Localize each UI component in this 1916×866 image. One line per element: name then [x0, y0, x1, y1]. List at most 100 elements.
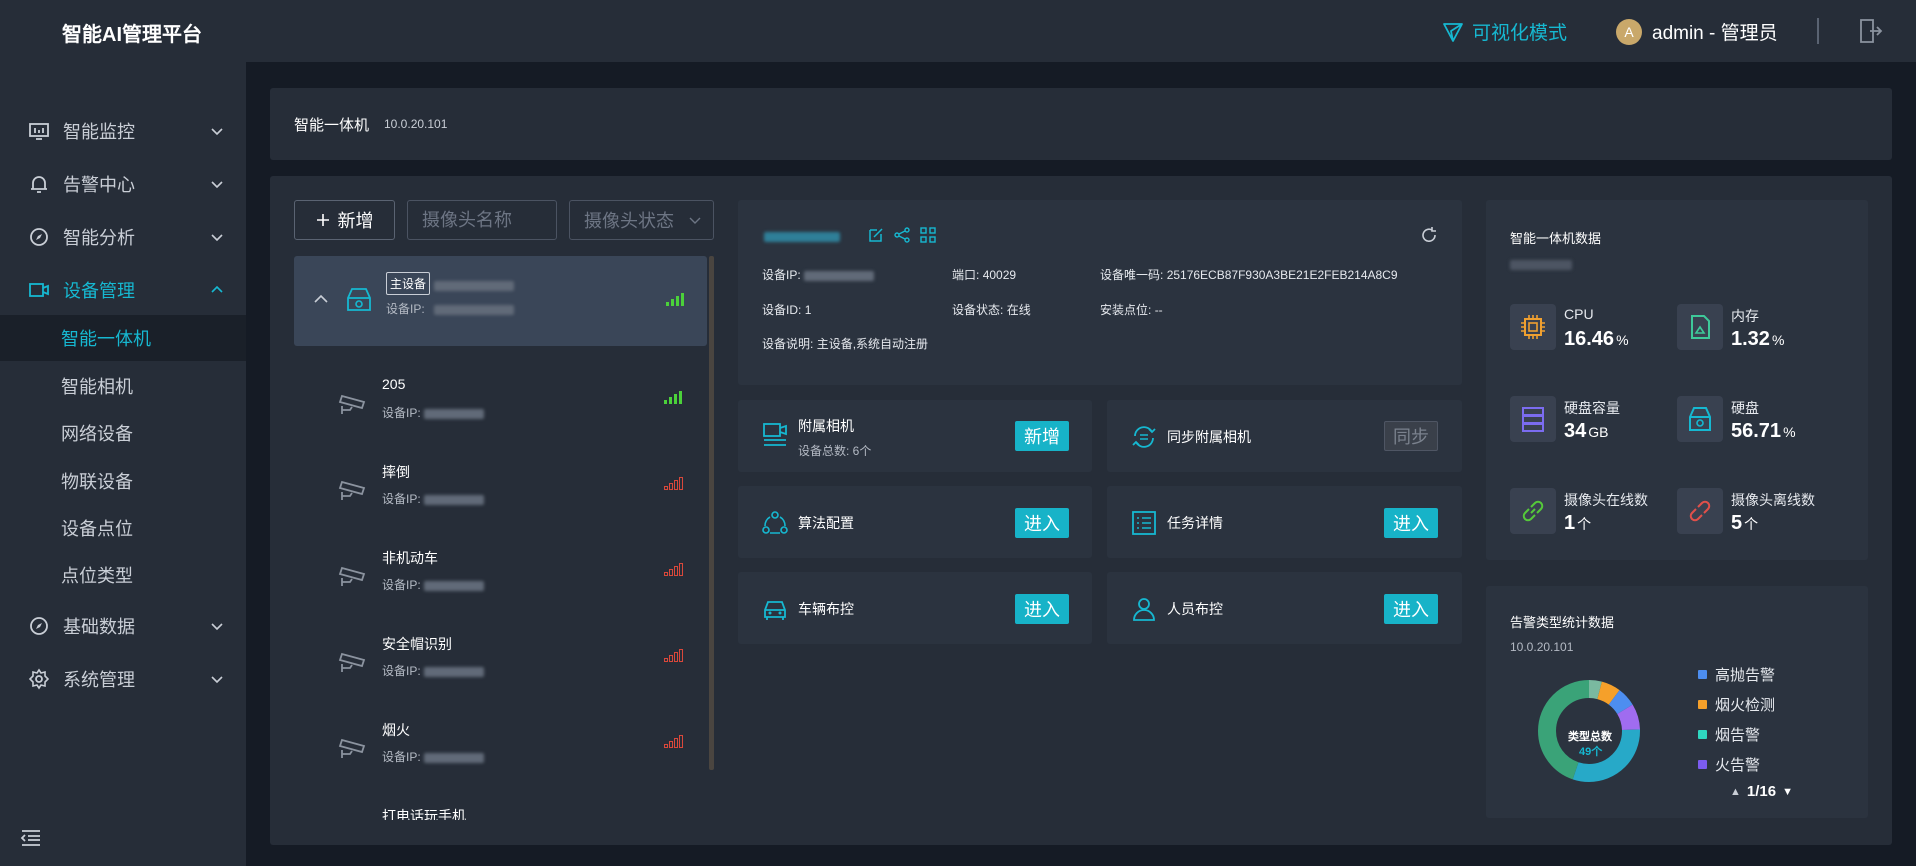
device-ip-row: 设备IP: — [762, 266, 875, 283]
camera-status-placeholder: 摄像头状态 — [584, 211, 674, 231]
camera-item[interactable]: 摔倒 设备IP: — [294, 456, 704, 542]
attached-cameras-card: 附属相机 设备总数: 6个 新增 — [738, 400, 1092, 472]
algorithm-enter-button[interactable]: 进入 — [1015, 508, 1069, 538]
device-info-card: 设备IP: 端口: 40029 设备唯一码: 25176ECB87F930A3B… — [738, 200, 1462, 385]
sidebar-item-alarm[interactable]: 告警中心 — [0, 160, 246, 208]
sidebar-item-basic-data[interactable]: 基础数据 — [0, 602, 246, 650]
signal-weak-icon — [664, 735, 683, 748]
sidebar-subitem-device-location[interactable]: 设备点位 — [0, 505, 246, 551]
refresh-icon[interactable] — [1420, 226, 1438, 244]
sidebar-item-system[interactable]: 系统管理 — [0, 655, 246, 703]
legend-swatch — [1698, 760, 1707, 769]
camera-ip: 设备IP: — [382, 404, 485, 421]
alarm-ip: 10.0.20.101 — [1510, 640, 1574, 654]
signal-weak-icon — [664, 563, 683, 576]
camera-item[interactable]: 打电话玩手机 — [294, 800, 704, 820]
disk-capacity-label: 硬盘容量 — [1564, 400, 1620, 416]
sidebar-item-label: 告警中心 — [63, 175, 135, 195]
vehicle-control-card: 车辆布控 进入 — [738, 572, 1092, 644]
legend-label: 火告警 — [1715, 757, 1761, 774]
camera-item[interactable]: 安全帽识别 设备IP: — [294, 628, 704, 714]
chevron-down-icon — [211, 623, 223, 631]
legend-item[interactable]: 火告警 — [1698, 754, 1760, 775]
page-title: 智能一体机 — [294, 117, 370, 134]
list-scrollbar[interactable] — [709, 256, 714, 770]
chevron-up-icon[interactable] — [314, 292, 328, 306]
pager-next-icon[interactable]: ▼ — [1782, 786, 1793, 798]
share-icon[interactable] — [894, 227, 910, 243]
sync-cameras-title: 同步附属相机 — [1167, 429, 1251, 445]
device-id-row: 设备ID: 1 — [762, 303, 812, 317]
sidebar-subitem-smart-camera[interactable]: 智能相机 — [0, 363, 246, 409]
legend-item[interactable]: 烟告警 — [1698, 724, 1760, 745]
camera-online-label: 摄像头在线数 — [1564, 492, 1648, 508]
memory-label: 内存 — [1731, 308, 1759, 324]
user-name: admin - 管理员 — [1652, 23, 1778, 44]
person-enter-button[interactable]: 进入 — [1384, 594, 1438, 624]
logout-icon[interactable] — [1857, 17, 1883, 45]
task-details-title: 任务详情 — [1167, 515, 1223, 531]
visual-mode-link[interactable]: 可视化模式 — [1442, 18, 1567, 45]
sidebar-subitem-network-device[interactable]: 网络设备 — [0, 410, 246, 456]
camera-item[interactable]: 烟火 设备IP: — [294, 714, 704, 800]
collapse-menu-icon[interactable] — [20, 828, 42, 848]
main-device-ip-label: 设备IP: — [386, 302, 425, 316]
camera-offline-label: 摄像头离线数 — [1731, 492, 1815, 508]
vehicle-enter-button[interactable]: 进入 — [1015, 594, 1069, 624]
nodes-icon — [762, 511, 788, 534]
task-enter-button[interactable]: 进入 — [1384, 508, 1438, 538]
list-icon — [1132, 511, 1156, 535]
alarm-title: 告警类型统计数据 — [1510, 615, 1615, 630]
qrcode-icon[interactable] — [920, 227, 936, 243]
camera-name-input[interactable] — [407, 200, 557, 240]
disk-capacity-stat: 硬盘容量 34 GB — [1510, 396, 1680, 446]
legend-label: 高抛告警 — [1715, 667, 1776, 684]
camera-item[interactable]: 非机动车 设备IP: — [294, 542, 704, 628]
memory-value: 1.32% — [1731, 328, 1785, 350]
person-control-card: 人员布控 进入 — [1107, 572, 1462, 644]
algorithm-config-title: 算法配置 — [798, 515, 854, 531]
legend-swatch — [1698, 670, 1707, 679]
camera-name: 205 — [382, 376, 406, 392]
cpu-value: 16.46% — [1564, 328, 1629, 350]
disk-value: 56.71% — [1731, 420, 1796, 442]
device-port-row: 端口: 40029 — [952, 268, 1017, 282]
main-device-item[interactable]: 主设备 设备IP: — [294, 256, 707, 346]
sidebar-subitem-iot-device[interactable]: 物联设备 — [0, 458, 246, 504]
legend-item[interactable]: 高抛告警 — [1698, 664, 1775, 685]
pager-prev-icon[interactable]: ▲ — [1730, 786, 1741, 798]
user-menu[interactable]: A admin - 管理员 — [1616, 18, 1778, 45]
device-uid-row: 设备唯一码: 25176ECB87F930A3BE21E2FEB214A8C9 — [1100, 268, 1398, 282]
main-device-badge: 主设备 — [386, 272, 431, 295]
sidebar-item-device-management[interactable]: 设备管理 — [0, 266, 246, 314]
chevron-down-icon — [211, 676, 223, 684]
sidebar-item-analysis[interactable]: 智能分析 — [0, 213, 246, 261]
camera-item[interactable]: 205 设备IP: — [294, 370, 704, 456]
sync-icon — [1132, 426, 1156, 448]
signal-weak-icon — [664, 477, 683, 490]
legend-item[interactable]: 烟火检测 — [1698, 694, 1775, 715]
person-icon — [1133, 598, 1155, 621]
camera-name: 非机动车 — [382, 550, 438, 566]
sidebar-subitem-location-type[interactable]: 点位类型 — [0, 552, 246, 598]
sidebar-subitem-all-in-one[interactable]: 智能一体机 — [0, 315, 246, 361]
chevron-down-icon — [211, 234, 223, 242]
vehicle-control-title: 车辆布控 — [798, 601, 854, 617]
gear-icon — [28, 668, 50, 690]
person-control-title: 人员布控 — [1167, 601, 1223, 617]
sidebar: 智能监控 告警中心 智能分析 设备管理 智能一体机 智能相机 网络设备 物联设备… — [0, 62, 246, 866]
sidebar-item-monitoring[interactable]: 智能监控 — [0, 107, 246, 155]
add-attached-camera-button[interactable]: 新增 — [1015, 421, 1069, 451]
camera-status-select[interactable]: 摄像头状态 — [569, 200, 714, 240]
sidebar-item-label: 基础数据 — [63, 617, 135, 637]
camera-name: 烟火 — [382, 722, 410, 738]
visual-mode-label: 可视化模式 — [1472, 23, 1568, 44]
sidebar-item-label: 设备管理 — [63, 281, 135, 301]
add-camera-button[interactable]: 新增 — [294, 200, 395, 240]
sync-button[interactable]: 同步 — [1384, 421, 1438, 451]
cpu-label: CPU — [1564, 306, 1594, 322]
legend-pager: ▲ 1/16 ▼ — [1730, 783, 1793, 800]
cctv-camera-icon — [338, 480, 366, 500]
edit-icon[interactable] — [868, 227, 884, 243]
donut-center-value: 49个 — [1579, 746, 1603, 758]
